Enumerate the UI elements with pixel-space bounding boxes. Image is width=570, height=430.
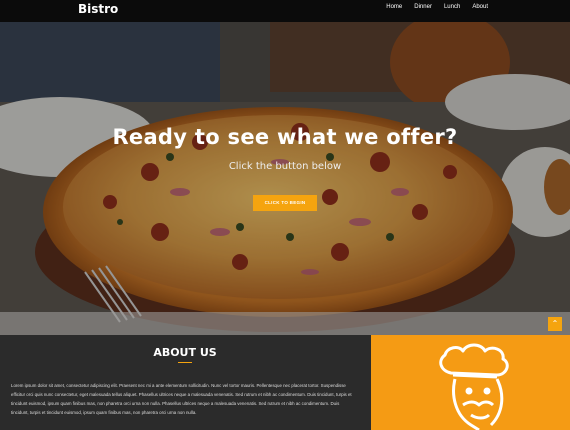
hero-subtitle: Click the button below — [228, 161, 342, 172]
nav-link-lunch[interactable]: Lunch — [444, 4, 460, 10]
navbar: Bistro Home Dinner Lunch About — [0, 0, 570, 22]
chef-illustration-panel — [371, 335, 570, 430]
hero-overlay — [0, 22, 570, 335]
brand-logo[interactable]: Bistro — [78, 2, 118, 16]
about-title: ABOUT US — [153, 346, 217, 359]
about-section: ABOUT US Lorem ipsum dolor sit amet, con… — [0, 335, 570, 430]
hero-section: Ready to see what we offer? Click the bu… — [0, 22, 570, 335]
about-text: Lorem ipsum dolor sit amet, consectetur … — [11, 383, 352, 415]
nav-link-about[interactable]: About — [472, 4, 488, 10]
nav-link-home[interactable]: Home — [386, 4, 402, 10]
chef-icon — [439, 343, 509, 430]
click-to-begin-button[interactable]: CLICK TO BEGIN — [253, 195, 317, 211]
hero-title: Ready to see what we offer? — [112, 125, 458, 149]
chevron-up-icon: ⌃ — [551, 319, 559, 328]
about-divider — [178, 362, 192, 363]
nav-link-dinner[interactable]: Dinner — [414, 4, 432, 10]
scroll-to-top-button[interactable]: ⌃ — [548, 317, 562, 331]
nav-links: Home Dinner Lunch About — [386, 4, 488, 10]
